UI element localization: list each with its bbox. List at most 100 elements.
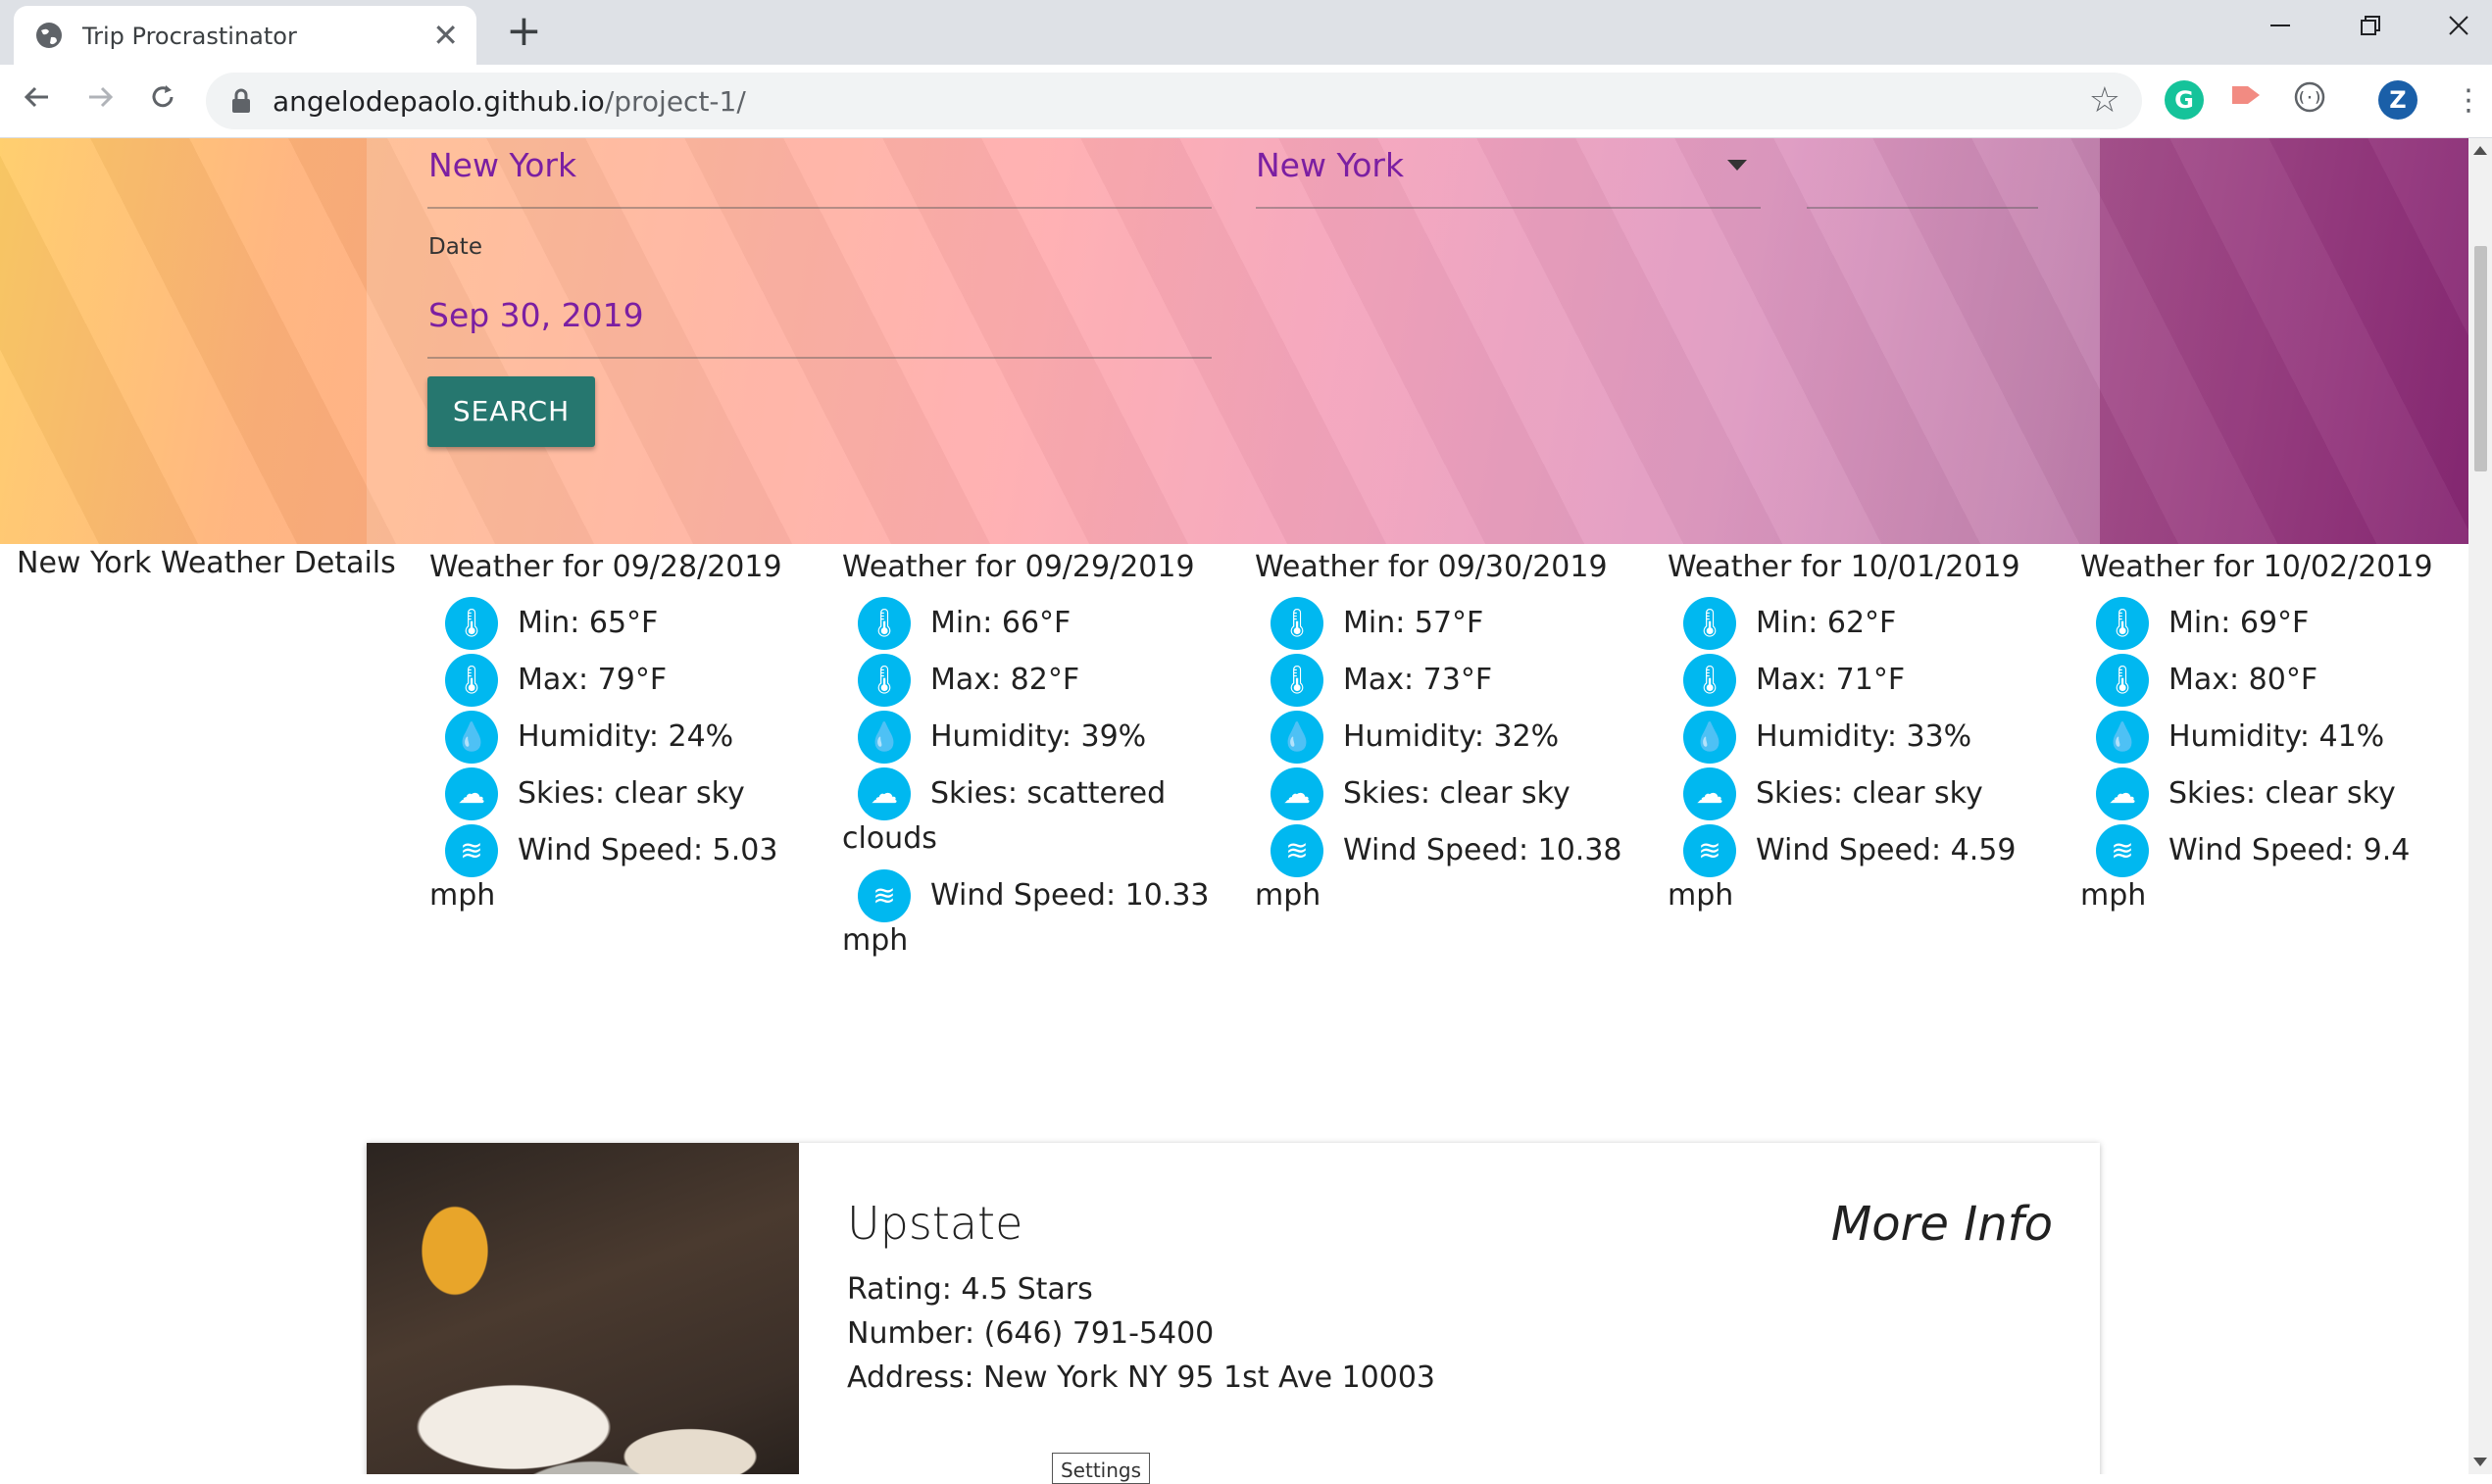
city-input[interactable]: New York <box>428 146 576 184</box>
wind-icon: ≋ <box>2096 824 2149 877</box>
bookmark-star-icon[interactable]: ☆ <box>2089 80 2120 122</box>
restaurant-address: Address: New York NY 95 1st Ave 10003 <box>847 1360 1435 1395</box>
weather-wind-speed: ≋ Wind Speed: 9.4 mph <box>2080 824 2467 918</box>
scroll-thumb[interactable] <box>2474 246 2487 471</box>
wind-icon: ≋ <box>1683 824 1736 877</box>
chevron-down-icon[interactable] <box>1727 160 1747 171</box>
weather-max-temp: 🌡 Max: 79°F <box>429 654 817 707</box>
weather-max-temp: 🌡 Max: 80°F <box>2080 654 2467 707</box>
partly-cloudy-icon: ☁ <box>2096 767 2149 820</box>
thermometer-icon: 🌡 <box>1271 597 1323 650</box>
weather-humidity: 💧 Humidity: 32% <box>1255 711 1642 764</box>
scroll-up-arrow-icon[interactable] <box>2473 146 2487 155</box>
weather-day-column: Weather for 09/28/2019 🌡 Min: 65°F 🌡 Max: 79… <box>429 546 817 918</box>
weather-wind-speed: ≋ Wind Speed: 10.38 mph <box>1255 824 1642 918</box>
water-drop-icon: 💧 <box>858 711 911 764</box>
thermometer-icon: 🌡 <box>1683 597 1736 650</box>
water-drop-icon: 💧 <box>445 711 498 764</box>
weather-day-column: Weather for 09/29/2019 🌡 Min: 66°F 🌡 Max: 82… <box>842 546 1229 964</box>
address-bar[interactable]: angelodepaolo.github.io/project-1/ ☆ <box>206 73 2142 129</box>
thermometer-icon: 🌡 <box>2096 654 2149 707</box>
partly-cloudy-icon: ☁ <box>445 767 498 820</box>
thermometer-icon: 🌡 <box>1683 654 1736 707</box>
globe-icon <box>36 23 62 48</box>
weather-day-column: Weather for 10/01/2019 🌡 Min: 62°F 🌡 Max: 71… <box>1668 546 2055 918</box>
date-label: Date <box>428 234 482 260</box>
weather-day-date: Weather for 09/30/2019 <box>1255 550 1608 584</box>
weather-section-title: New York Weather Details <box>17 546 396 580</box>
reload-icon[interactable] <box>141 80 184 124</box>
weather-day-date: Weather for 10/02/2019 <box>2080 550 2433 584</box>
profile-avatar[interactable]: Z <box>2378 80 2417 120</box>
partly-cloudy-icon: ☁ <box>1271 767 1323 820</box>
thermometer-icon: 🌡 <box>445 597 498 650</box>
weather-humidity: 💧 Humidity: 24% <box>429 711 817 764</box>
weather-humidity: 💧 Humidity: 39% <box>842 711 1229 764</box>
svg-text:(·): (·) <box>2297 90 2321 106</box>
forward-arrow-icon[interactable] <box>78 80 122 124</box>
hero-right-panel <box>2100 138 2468 544</box>
restore-icon[interactable] <box>2341 8 2400 47</box>
weather-wind-speed: ≋ Wind Speed: 4.59 mph <box>1668 824 2055 918</box>
weather-day-column: Weather for 10/02/2019 🌡 Min: 69°F 🌡 Max: 80… <box>2080 546 2467 918</box>
weather-wind-speed: ≋ Wind Speed: 5.03 mph <box>429 824 817 918</box>
search-form-panel <box>367 138 2100 544</box>
city-input-underline <box>427 207 1212 209</box>
browser-menu-icon[interactable]: ⋮ <box>2447 80 2490 124</box>
weather-max-temp: 🌡 Max: 71°F <box>1668 654 2055 707</box>
restaurant-name: Upstate <box>847 1197 1023 1250</box>
restaurant-photo <box>367 1143 799 1474</box>
water-drop-icon: 💧 <box>1271 711 1323 764</box>
weather-humidity: 💧 Humidity: 41% <box>2080 711 2467 764</box>
wind-icon: ≋ <box>1271 824 1323 877</box>
browser-tab[interactable]: Trip Procrastinator ✕ <box>14 6 476 65</box>
date-input-underline <box>427 357 1212 359</box>
water-drop-icon: 💧 <box>2096 711 2149 764</box>
weather-skies: ☁ Skies: clear sky <box>1668 767 2055 820</box>
thermometer-icon: 🌡 <box>1271 654 1323 707</box>
weather-max-temp: 🌡 Max: 73°F <box>1255 654 1642 707</box>
weather-min-temp: 🌡 Min: 57°F <box>1255 597 1642 650</box>
wind-icon: ≋ <box>858 869 911 922</box>
weather-day-date: Weather for 09/28/2019 <box>429 550 782 584</box>
weather-skies: ☁ Skies: scattered clouds <box>842 767 1229 862</box>
lock-icon <box>232 88 250 113</box>
weather-skies: ☁ Skies: clear sky <box>1255 767 1642 820</box>
new-tab-button[interactable]: + <box>506 10 542 53</box>
date-input[interactable]: Sep 30, 2019 <box>428 296 644 334</box>
wind-icon: ≋ <box>445 824 498 877</box>
restaurant-phone: Number: (646) 791-5400 <box>847 1316 1215 1351</box>
back-arrow-icon[interactable] <box>16 80 59 124</box>
page-scrollbar[interactable] <box>2468 138 2492 1474</box>
weather-min-temp: 🌡 Min: 65°F <box>429 597 817 650</box>
thermometer-icon: 🌡 <box>858 597 911 650</box>
browser-tab-bar: Trip Procrastinator ✕ + <box>0 0 2492 65</box>
settings-tooltip: Settings <box>1052 1453 1150 1484</box>
partly-cloudy-icon: ☁ <box>858 767 911 820</box>
restaurant-rating: Rating: 4.5 Stars <box>847 1272 1093 1307</box>
thermometer-icon: 🌡 <box>445 654 498 707</box>
tab-close-icon[interactable]: ✕ <box>432 18 459 53</box>
close-window-icon[interactable] <box>2429 8 2488 47</box>
grammarly-extension-icon[interactable]: G <box>2165 80 2204 120</box>
search-button[interactable]: SEARCH <box>427 376 595 447</box>
url-text: angelodepaolo.github.io/project-1/ <box>273 85 746 118</box>
minimize-icon[interactable] <box>2251 8 2310 47</box>
code-extension-icon[interactable]: (·) <box>2290 80 2329 120</box>
weather-day-column: Weather for 09/30/2019 🌡 Min: 57°F 🌡 Max: 73… <box>1255 546 1642 918</box>
more-info-link[interactable]: More Info <box>1831 1197 2053 1252</box>
extra-input-underline[interactable] <box>1807 207 2038 209</box>
weather-skies: ☁ Skies: clear sky <box>2080 767 2467 820</box>
water-drop-icon: 💧 <box>1683 711 1736 764</box>
weather-day-date: Weather for 09/29/2019 <box>842 550 1195 584</box>
page-content: New York New York Date Sep 30, 2019 SEAR… <box>0 138 2468 1474</box>
cast-extension-icon[interactable] <box>2227 80 2267 120</box>
state-select[interactable]: New York <box>1256 146 1404 184</box>
browser-toolbar: angelodepaolo.github.io/project-1/ ☆ G (… <box>0 65 2492 138</box>
thermometer-icon: 🌡 <box>2096 597 2149 650</box>
weather-skies: ☁ Skies: clear sky <box>429 767 817 820</box>
scroll-down-arrow-icon[interactable] <box>2473 1458 2487 1466</box>
restaurant-card: Upstate More Info Rating: 4.5 Stars Numb… <box>367 1143 2100 1474</box>
weather-day-date: Weather for 10/01/2019 <box>1668 550 2020 584</box>
weather-min-temp: 🌡 Min: 69°F <box>2080 597 2467 650</box>
